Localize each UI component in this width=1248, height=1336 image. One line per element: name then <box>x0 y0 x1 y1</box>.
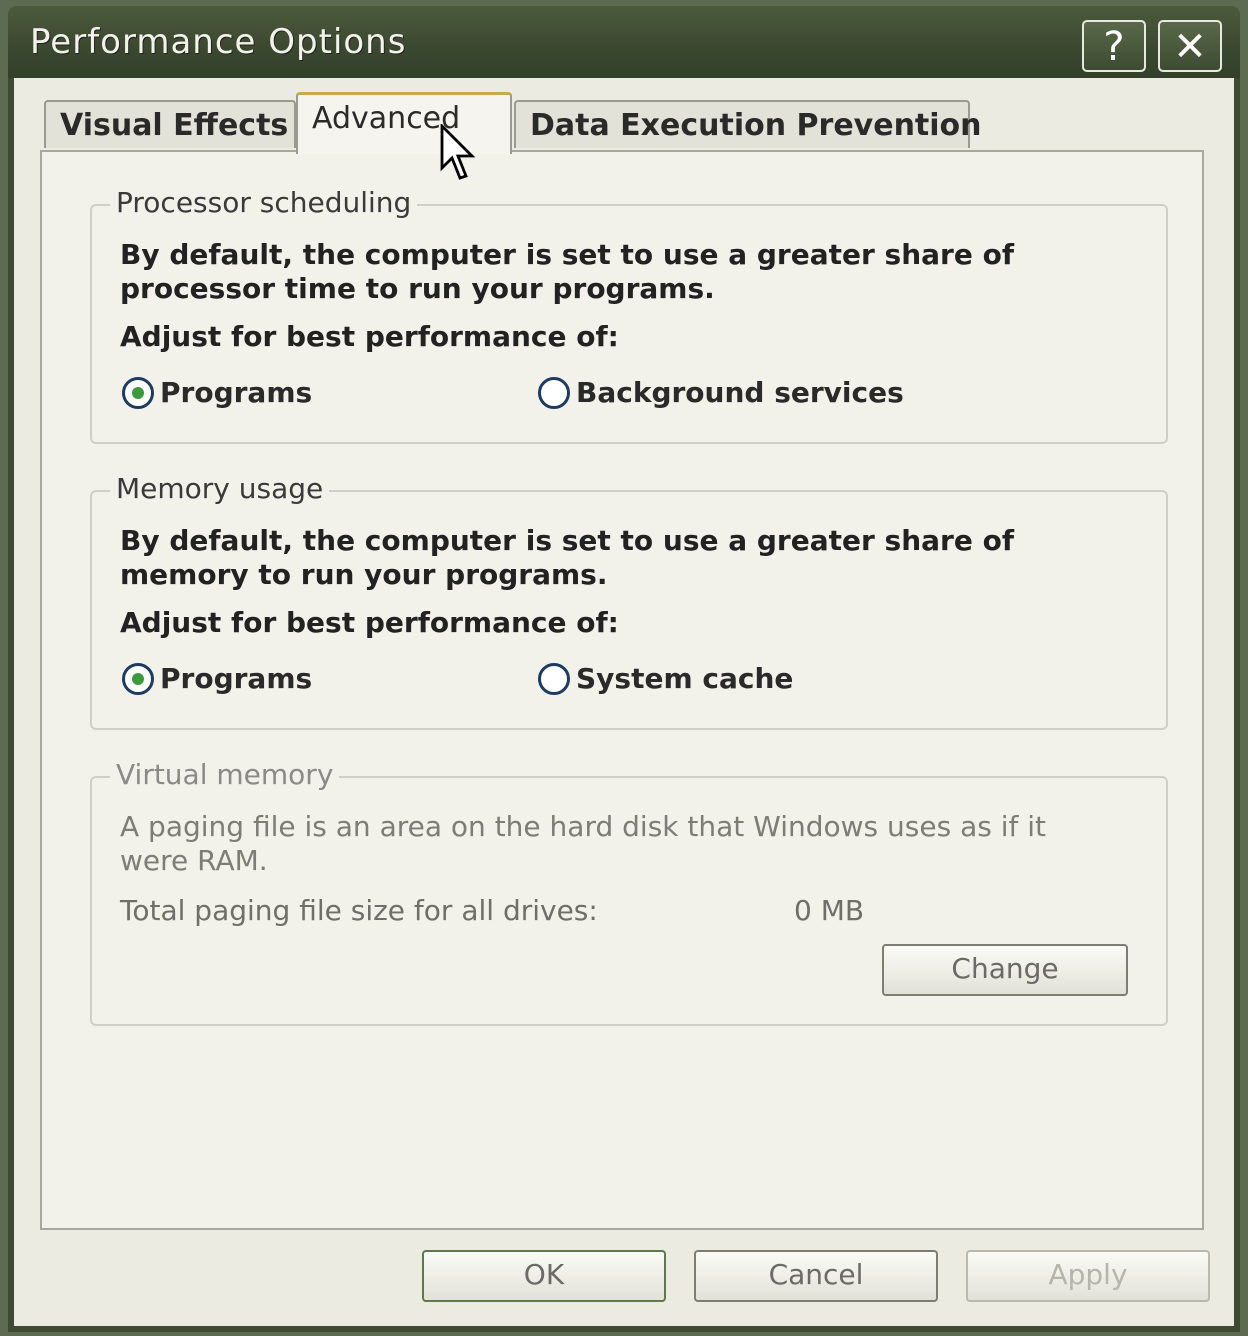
mouse-pointer-icon <box>440 124 476 180</box>
radio-unselected-icon <box>538 376 570 409</box>
radio-selected-icon <box>122 662 154 695</box>
cancel-button[interactable]: Cancel <box>694 1250 938 1302</box>
tab-data-execution-prevention[interactable]: Data Execution Prevention <box>514 100 982 148</box>
memory-usage-legend: Memory usage <box>110 472 330 505</box>
title-bar[interactable]: Performance Options ? ✕ <box>8 6 1240 78</box>
memory-adjust-label: Adjust for best performance of: <box>120 606 619 639</box>
processor-programs-radio[interactable]: Programs <box>122 376 312 409</box>
paging-file-size-label: Total paging file size for all drives: <box>120 894 598 927</box>
memory-programs-radio[interactable]: Programs <box>122 662 312 695</box>
apply-button[interactable]: Apply <box>966 1250 1210 1302</box>
virtual-memory-group: Virtual memory A paging file is an area … <box>90 758 1168 1026</box>
performance-options-dialog: Performance Options ? ✕ Visual Effects A… <box>8 6 1240 1332</box>
processor-background-services-radio[interactable]: Background services <box>538 376 904 409</box>
virtual-memory-legend: Virtual memory <box>110 758 340 791</box>
memory-system-cache-radio[interactable]: System cache <box>538 662 793 695</box>
tab-visual-effects[interactable]: Visual Effects <box>44 100 296 148</box>
ok-button[interactable]: OK <box>422 1250 666 1302</box>
change-button[interactable]: Change <box>882 944 1128 996</box>
processor-description: By default, the computer is set to use a… <box>120 238 1015 305</box>
virtual-memory-description: A paging file is an area on the hard dis… <box>120 810 1047 877</box>
help-button[interactable]: ? <box>1082 20 1146 72</box>
radio-label: Background services <box>576 376 904 409</box>
window-title: Performance Options <box>30 22 407 62</box>
radio-selected-icon <box>122 376 154 409</box>
paging-file-size-value: 0 MB <box>794 894 865 927</box>
processor-scheduling-legend: Processor scheduling <box>110 186 418 219</box>
memory-description: By default, the computer is set to use a… <box>120 524 1015 591</box>
radio-label: System cache <box>576 662 794 695</box>
memory-usage-group: Memory usage By default, the computer is… <box>90 472 1168 730</box>
close-button[interactable]: ✕ <box>1158 20 1222 72</box>
radio-label: Programs <box>160 376 313 409</box>
radio-label: Programs <box>160 662 313 695</box>
advanced-tab-panel: Processor scheduling By default, the com… <box>40 150 1204 1230</box>
processor-adjust-label: Adjust for best performance of: <box>120 320 619 353</box>
processor-scheduling-group: Processor scheduling By default, the com… <box>90 186 1168 444</box>
radio-unselected-icon <box>538 662 570 695</box>
